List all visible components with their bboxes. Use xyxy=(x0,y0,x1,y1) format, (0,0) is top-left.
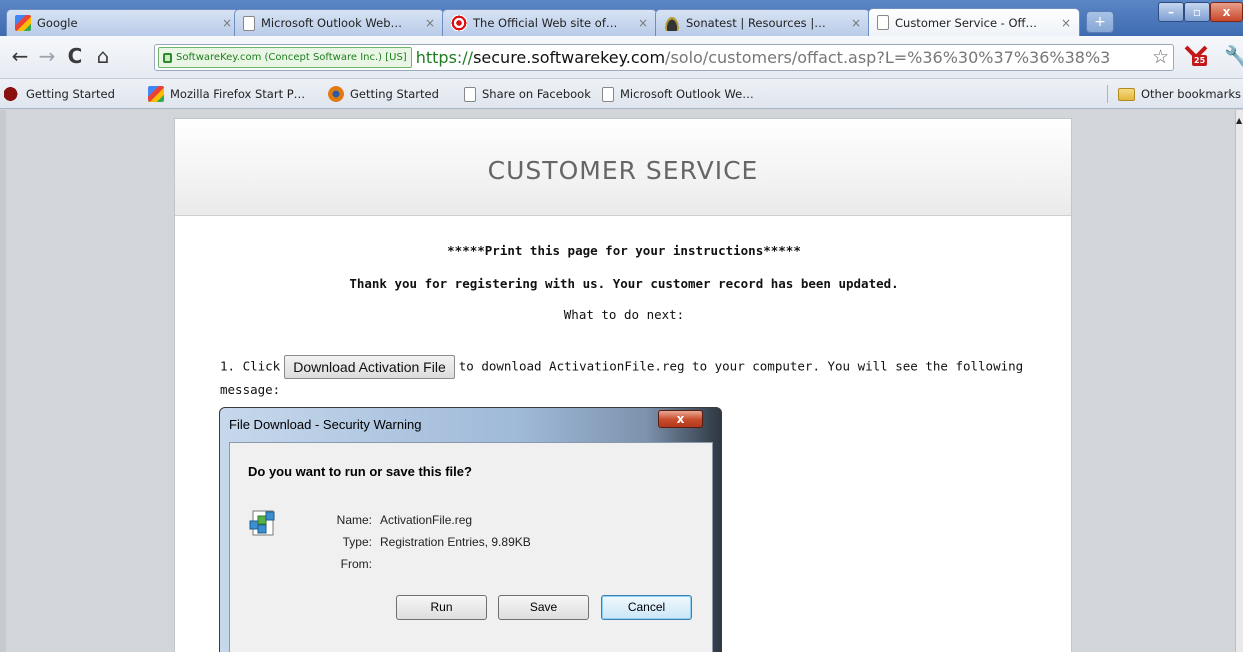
bird-icon xyxy=(4,86,20,102)
bookmarks-divider xyxy=(1107,85,1108,103)
page-icon xyxy=(243,15,255,31)
close-window-button[interactable]: x xyxy=(1210,2,1243,22)
dialog-title: File Download - Security Warning xyxy=(229,417,422,432)
type-label: Type: xyxy=(342,535,372,549)
target-icon xyxy=(451,15,467,31)
dialog-body: Do you want to run or save this file? Na… xyxy=(229,442,713,652)
tab-title: Microsoft Outlook Web… xyxy=(261,16,402,30)
lock-icon xyxy=(163,52,172,63)
name-label: Name: xyxy=(336,513,372,527)
page-icon xyxy=(602,86,614,102)
type-value: Registration Entries, 9.89KB xyxy=(380,535,531,549)
tab-title: Google xyxy=(37,16,78,30)
folder-icon xyxy=(1118,87,1135,101)
bookmark-label: Getting Started xyxy=(350,87,439,101)
page-viewport: CUSTOMER SERVICE *****Print this page fo… xyxy=(0,110,1235,652)
url-host: secure.softwarekey.com xyxy=(473,48,666,67)
page-header: CUSTOMER SERVICE xyxy=(175,119,1071,216)
ev-label: SoftwareKey.com (Concept Software Inc.) … xyxy=(176,52,407,63)
bookmark-label: Microsoft Outlook We… xyxy=(620,87,754,101)
bookmark-item[interactable]: Microsoft Outlook We… xyxy=(602,85,754,103)
tab-close-icon[interactable]: × xyxy=(851,16,861,30)
save-button: Save xyxy=(498,595,589,620)
tab-close-icon[interactable]: × xyxy=(1061,16,1071,30)
bookmarks-bar: Getting Started Mozilla Firefox Start P…… xyxy=(0,79,1243,109)
browser-toolbar: ← → C ⌂ SoftwareKey.com (Concept Softwar… xyxy=(0,36,1243,79)
page-icon xyxy=(464,86,476,102)
page-title: CUSTOMER SERVICE xyxy=(487,156,759,185)
bookmark-item[interactable]: Share on Facebook xyxy=(464,85,591,103)
tab-sonatest[interactable]: Sonatest | Resources |… × xyxy=(655,9,870,36)
tab-close-icon[interactable]: × xyxy=(222,16,232,30)
bookmark-label: Share on Facebook xyxy=(482,87,591,101)
tab-outlook[interactable]: Microsoft Outlook Web… × xyxy=(234,9,444,36)
bookmark-item[interactable]: Getting Started xyxy=(4,85,115,103)
back-button[interactable]: ← xyxy=(8,45,32,69)
download-activation-file-button[interactable]: Download Activation File xyxy=(284,355,455,379)
dialog-question: Do you want to run or save this file? xyxy=(248,464,472,479)
tab-title: Customer Service - Off… xyxy=(895,15,1037,30)
url-scheme: https:// xyxy=(415,48,474,67)
forward-button[interactable]: → xyxy=(35,45,59,69)
next-steps-heading: What to do next: xyxy=(563,307,685,322)
run-button: Run xyxy=(396,595,487,620)
print-instructions: *****Print this page for your instructio… xyxy=(175,243,1073,258)
page-left-edge xyxy=(0,110,6,652)
tab-official-site[interactable]: The Official Web site of… × xyxy=(442,9,657,36)
tab-close-icon[interactable]: × xyxy=(425,16,435,30)
firefox-icon xyxy=(328,86,344,102)
minimize-button[interactable]: – xyxy=(1158,2,1184,22)
new-tab-button[interactable]: + xyxy=(1086,11,1114,33)
bookmark-item[interactable]: Getting Started xyxy=(328,85,439,103)
bookmark-label: Mozilla Firefox Start P… xyxy=(170,87,306,101)
home-button[interactable]: ⌂ xyxy=(91,45,115,69)
google-icon xyxy=(15,15,31,31)
tab-strip: Google × Microsoft Outlook Web… × The Of… xyxy=(0,0,1243,36)
thanks-message: Thank you for registering with us. Your … xyxy=(349,276,899,291)
vertical-scrollbar[interactable]: ▲ xyxy=(1235,110,1243,652)
print-instructions-text: *****Print this page for your instructio… xyxy=(447,243,801,258)
bookmark-item[interactable]: Mozilla Firefox Start P… xyxy=(148,85,305,103)
step-1: 1. Click Download Activation File to downl… xyxy=(220,355,1040,400)
tab-title: Sonatest | Resources |… xyxy=(686,16,826,30)
tab-title: The Official Web site of… xyxy=(473,16,618,30)
step1-prefix: 1. Click xyxy=(220,358,281,374)
other-bookmarks[interactable]: Other bookmarks xyxy=(1118,85,1241,103)
tab-customer-service[interactable]: Customer Service - Off… × xyxy=(868,8,1080,36)
tab-close-icon[interactable]: × xyxy=(638,16,648,30)
google-icon xyxy=(148,86,164,102)
cancel-button: Cancel xyxy=(601,595,692,620)
registry-file-icon xyxy=(249,510,275,536)
url-path: /solo/customers/offact.asp?L=%36%30%37%3… xyxy=(665,48,1111,67)
bookmark-star-icon[interactable]: ☆ xyxy=(1152,46,1169,68)
from-label: From: xyxy=(340,557,372,571)
content-panel: CUSTOMER SERVICE *****Print this page fo… xyxy=(174,118,1072,652)
name-value: ActivationFile.reg xyxy=(380,513,473,527)
dialog-close-button: x xyxy=(658,410,703,428)
scroll-up-arrow-icon[interactable]: ▲ xyxy=(1236,116,1242,125)
file-download-dialog-image: File Download - Security Warning x Do yo… xyxy=(219,407,722,652)
sonatest-icon xyxy=(664,15,680,31)
reload-button[interactable]: C xyxy=(63,45,87,69)
other-bookmarks-label: Other bookmarks xyxy=(1141,87,1241,101)
page-icon xyxy=(877,15,889,30)
ev-certificate-badge[interactable]: SoftwareKey.com (Concept Software Inc.) … xyxy=(158,47,412,68)
tab-google[interactable]: Google × xyxy=(6,9,241,36)
bookmark-label: Getting Started xyxy=(26,87,115,101)
extension-badge: 25 xyxy=(1192,55,1208,66)
maximize-button[interactable]: ▫ xyxy=(1184,2,1210,22)
address-bar[interactable]: SoftwareKey.com (Concept Software Inc.) … xyxy=(154,44,1174,71)
wrench-icon[interactable]: 🔧 xyxy=(1224,44,1243,68)
